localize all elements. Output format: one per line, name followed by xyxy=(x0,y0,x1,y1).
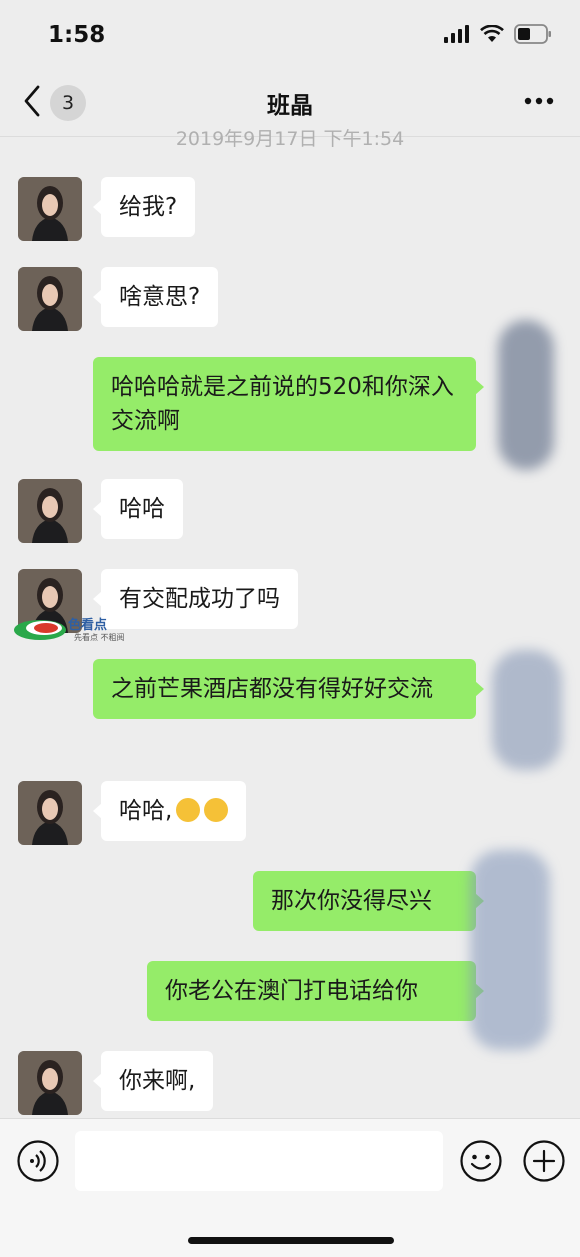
incoming-message-bubble[interactable]: 有交配成功了吗 xyxy=(93,569,298,629)
smirk-emoji-icon xyxy=(176,797,201,822)
privacy-blur xyxy=(470,850,550,1050)
more-button[interactable] xyxy=(524,90,554,109)
privacy-blur xyxy=(492,650,562,770)
incoming-message-bubble[interactable]: 哈哈, xyxy=(92,781,247,841)
outgoing-message-bubble[interactable]: 哈哈哈就是之前说的520和你深入交流啊 xyxy=(93,357,484,451)
incoming-message-bubble[interactable]: 给我? xyxy=(92,177,196,237)
status-bar: 1:58 xyxy=(0,0,580,70)
status-time: 1:58 xyxy=(48,22,106,48)
message-timestamp: 2019年9月17日 下午1:54 xyxy=(175,128,405,150)
battery-icon xyxy=(514,24,552,48)
voice-button[interactable] xyxy=(16,1139,60,1187)
emoji-smile-icon xyxy=(459,1140,503,1187)
message-input[interactable] xyxy=(75,1131,443,1191)
outgoing-message-bubble[interactable]: 你老公在澳门打电话给你 xyxy=(147,961,484,1021)
watermark-text: 色看点 xyxy=(68,618,108,633)
contact-avatar[interactable] xyxy=(18,177,82,241)
wifi-icon xyxy=(480,24,504,47)
more-dots-icon xyxy=(524,90,554,109)
contact-avatar[interactable] xyxy=(18,1051,82,1115)
watermark-subtext: 先看点 不粗阅 xyxy=(74,633,125,642)
outgoing-message-bubble[interactable]: 之前芒果酒店都没有得好好交流 xyxy=(93,659,484,719)
signal-icon xyxy=(444,25,470,47)
outgoing-message-bubble[interactable]: 那次你没得尽兴 xyxy=(253,871,484,931)
chat-title: 班晶 xyxy=(267,93,313,119)
voice-icon xyxy=(16,1140,60,1187)
status-icons xyxy=(444,24,552,48)
incoming-message-bubble[interactable]: 你来啊, xyxy=(92,1051,214,1111)
more-actions-button[interactable] xyxy=(522,1139,566,1187)
contact-avatar[interactable] xyxy=(18,479,82,543)
chat-screen: 1:58 3 班晶 2019年9月17日 下午1:54 给我? 啥意思? 哈哈哈… xyxy=(0,0,580,1257)
contact-avatar[interactable] xyxy=(18,267,82,331)
watermark: 色看点 先看点 不粗阅 xyxy=(10,612,130,646)
watermark-logo-icon xyxy=(14,620,66,640)
incoming-message-bubble[interactable]: 啥意思? xyxy=(92,267,219,327)
incoming-message-bubble[interactable]: 哈哈 xyxy=(93,479,183,539)
privacy-blur xyxy=(498,320,554,470)
plus-circle-icon xyxy=(522,1140,566,1187)
message-text: 哈哈, xyxy=(119,798,173,824)
contact-avatar[interactable] xyxy=(18,781,82,845)
emoji-button[interactable] xyxy=(459,1139,503,1187)
home-indicator[interactable] xyxy=(188,1237,394,1244)
smirk-emoji-icon xyxy=(204,797,229,822)
